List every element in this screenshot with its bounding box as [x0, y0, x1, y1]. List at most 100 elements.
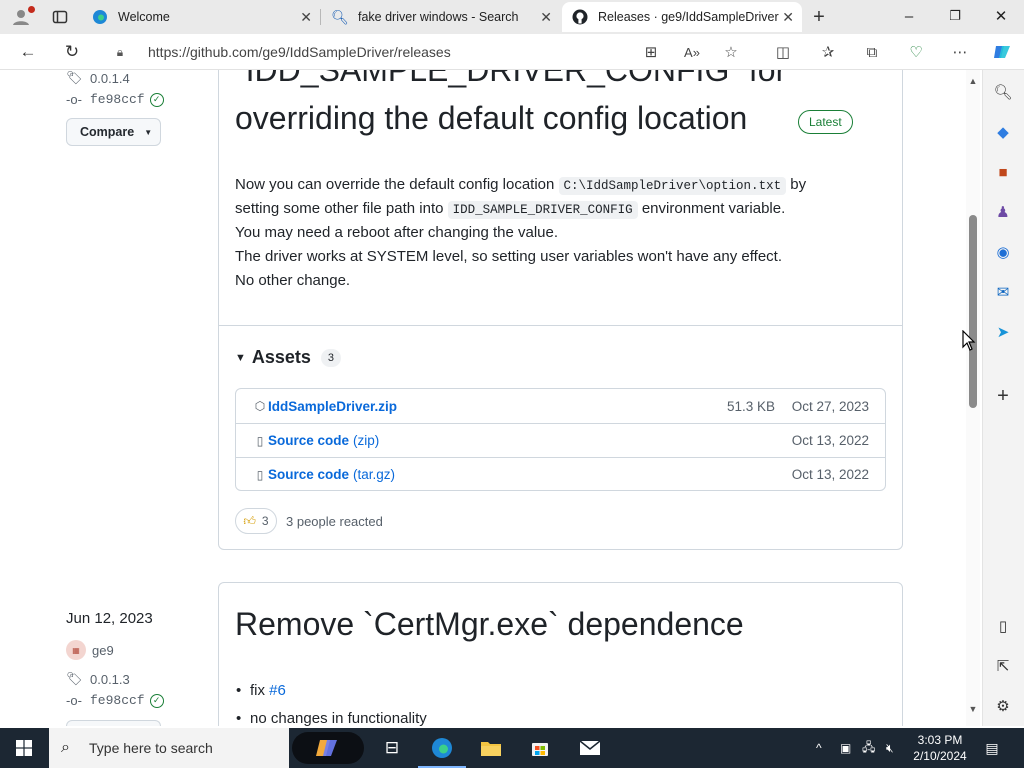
- close-tab-icon[interactable]: ✕: [782, 9, 794, 26]
- asset-format: (tar.gz): [353, 467, 396, 482]
- notification-icon[interactable]: ▤: [980, 736, 1004, 760]
- assets-heading: Assets: [251, 347, 311, 367]
- browser-essentials-icon[interactable]: ♡: [904, 40, 928, 64]
- gear-icon[interactable]: ⚙: [991, 694, 1015, 718]
- release-body-line1: Now you can override the default config …: [235, 176, 806, 195]
- list-item: • fix #6: [236, 682, 286, 699]
- compare-label: Compare: [80, 125, 135, 139]
- favorite-star-icon[interactable]: ☆: [719, 40, 743, 64]
- url-field[interactable]: 🔒︎ https://github.com/ge9/IddSampleDrive…: [108, 37, 764, 67]
- asset-row[interactable]: ▯ Source code (tar.gz) Oct 13, 2022: [236, 457, 885, 491]
- reaction-summary: 3 people reacted: [286, 514, 383, 529]
- read-aloud-icon[interactable]: A»: [680, 40, 704, 64]
- edge-icon: [92, 9, 108, 25]
- app-available-icon[interactable]: ⊞: [639, 40, 663, 64]
- refresh-icon[interactable]: ↻: [58, 38, 86, 66]
- windows-logo-icon: [16, 740, 32, 756]
- microsoft-365-icon[interactable]: ◉: [991, 240, 1015, 264]
- scrollbar-thumb[interactable]: [969, 215, 977, 408]
- tools-icon[interactable]: ■: [991, 160, 1015, 184]
- search-icon[interactable]: 🔍︎: [991, 80, 1015, 104]
- avatar: ▦: [66, 640, 86, 660]
- release-date: Jun 12, 2023: [66, 610, 153, 627]
- tab-title: fake driver windows - Search: [358, 10, 519, 24]
- scroll-down-icon[interactable]: ▼: [968, 704, 978, 714]
- bullet-text: fix: [250, 682, 265, 699]
- assets-list: ⬡ IddSampleDriver.zip 51.3 KB Oct 27, 20…: [235, 388, 886, 491]
- asset-link[interactable]: Source code: [268, 433, 349, 448]
- new-tab-icon[interactable]: +: [806, 4, 832, 30]
- copilot-icon[interactable]: [990, 40, 1014, 64]
- favorites-icon[interactable]: ✰: [816, 40, 840, 64]
- minimize-icon[interactable]: –: [886, 0, 932, 32]
- body-text: setting some other file path into: [235, 200, 444, 217]
- body-text: environment variable.: [641, 200, 786, 217]
- commit-sha: fe98ccf: [90, 92, 145, 107]
- release-commit[interactable]: -o- fe98ccf ✓: [66, 693, 164, 708]
- send-icon[interactable]: ➤: [991, 320, 1015, 344]
- volume-muted-icon[interactable]: 🔇︎: [886, 728, 894, 768]
- commit-icon: -o-: [66, 693, 82, 708]
- asset-date: Oct 13, 2022: [791, 467, 869, 482]
- file-zip-icon: ▯: [256, 433, 264, 448]
- split-screen-icon[interactable]: ◫: [771, 40, 795, 64]
- network-icon[interactable]: 🖧︎: [862, 728, 875, 768]
- outlook-icon[interactable]: ✉: [991, 280, 1015, 304]
- copilot-button[interactable]: [292, 732, 364, 764]
- shopping-tag-icon[interactable]: ◆: [991, 120, 1015, 144]
- taskbar-search[interactable]: ⌕ Type here to search: [49, 728, 289, 768]
- tab-welcome[interactable]: Welcome ✕: [82, 2, 320, 32]
- release-commit[interactable]: -o- fe98ccf ✓: [66, 92, 164, 107]
- asset-link[interactable]: IddSampleDriver.zip: [268, 399, 397, 414]
- compare-button[interactable]: [66, 720, 161, 726]
- reaction-button[interactable]: 👍︎ 3: [235, 508, 277, 534]
- scroll-up-icon[interactable]: ▲: [968, 76, 978, 86]
- tray-overflow-icon[interactable]: ^: [816, 728, 822, 768]
- taskbar-edge[interactable]: [418, 728, 466, 768]
- asset-row[interactable]: ⬡ IddSampleDriver.zip 51.3 KB Oct 27, 20…: [236, 389, 885, 423]
- task-view-icon[interactable]: ⊟: [368, 728, 416, 768]
- asset-link[interactable]: Source code: [268, 467, 349, 482]
- sidebar-toggle-icon[interactable]: ▯: [991, 614, 1015, 638]
- compare-button[interactable]: Compare ▼: [66, 118, 161, 146]
- close-tab-icon[interactable]: ✕: [300, 9, 312, 26]
- more-options-icon[interactable]: ⋯: [948, 40, 972, 64]
- commit-sha: fe98ccf: [90, 693, 145, 708]
- release-tag[interactable]: 🏷︎ 0.0.1.4: [66, 70, 130, 86]
- bullet-text: no changes in functionality: [250, 710, 427, 726]
- camera-icon[interactable]: ▣: [840, 728, 851, 768]
- taskbar-clock[interactable]: 3:03 PM 2/10/2024: [908, 732, 972, 764]
- lock-icon[interactable]: 🔒︎: [108, 45, 132, 60]
- inline-code: IDD_SAMPLE_DRIVER_CONFIG: [447, 201, 638, 219]
- tab-search[interactable]: 🔍︎ fake driver windows - Search ✕: [322, 2, 560, 32]
- search-icon: ⌕: [61, 739, 70, 756]
- edge-icon: [432, 738, 452, 758]
- taskbar-store[interactable]: [516, 728, 564, 768]
- release-title-line1: `IDD_SAMPLE_DRIVER_CONFIG` for: [235, 70, 787, 88]
- url-text: https://github.com/ge9/IddSampleDriver/r…: [148, 44, 451, 60]
- workspaces-icon[interactable]: [47, 4, 73, 30]
- window-close-icon[interactable]: ✕: [978, 0, 1024, 32]
- issue-link[interactable]: #6: [269, 682, 286, 699]
- start-button[interactable]: [0, 728, 48, 768]
- taskbar-mail[interactable]: [566, 728, 614, 768]
- asset-date: Oct 13, 2022: [791, 433, 869, 448]
- games-icon[interactable]: ♟: [991, 200, 1015, 224]
- release-title: Remove `CertMgr.exe` dependence: [235, 606, 744, 642]
- windows-taskbar: ⌕ Type here to search ⊟ ^ ▣ 🖧︎ 🔇︎ 3:03 P…: [0, 728, 1024, 768]
- add-icon[interactable]: +: [991, 384, 1015, 408]
- external-link-icon[interactable]: ⇱: [991, 654, 1015, 678]
- close-tab-icon[interactable]: ✕: [540, 9, 552, 26]
- assets-toggle[interactable]: ▼ Assets 3: [235, 347, 341, 368]
- restore-icon[interactable]: ❐: [932, 0, 978, 32]
- asset-row[interactable]: ▯ Source code (zip) Oct 13, 2022: [236, 423, 885, 457]
- release-author[interactable]: ▦ ge9: [66, 640, 114, 660]
- page-scrollbar[interactable]: ▲ ▼: [966, 70, 980, 726]
- release-tag[interactable]: 🏷︎ 0.0.1.3: [66, 671, 130, 687]
- github-icon: [572, 9, 588, 25]
- back-icon[interactable]: ←: [14, 38, 42, 66]
- collections-icon[interactable]: ⧉: [860, 40, 884, 64]
- tab-releases[interactable]: Releases · ge9/IddSampleDriver ✕: [562, 2, 802, 32]
- taskbar-file-explorer[interactable]: [467, 728, 515, 768]
- body-text: Now you can override the default config …: [235, 176, 555, 193]
